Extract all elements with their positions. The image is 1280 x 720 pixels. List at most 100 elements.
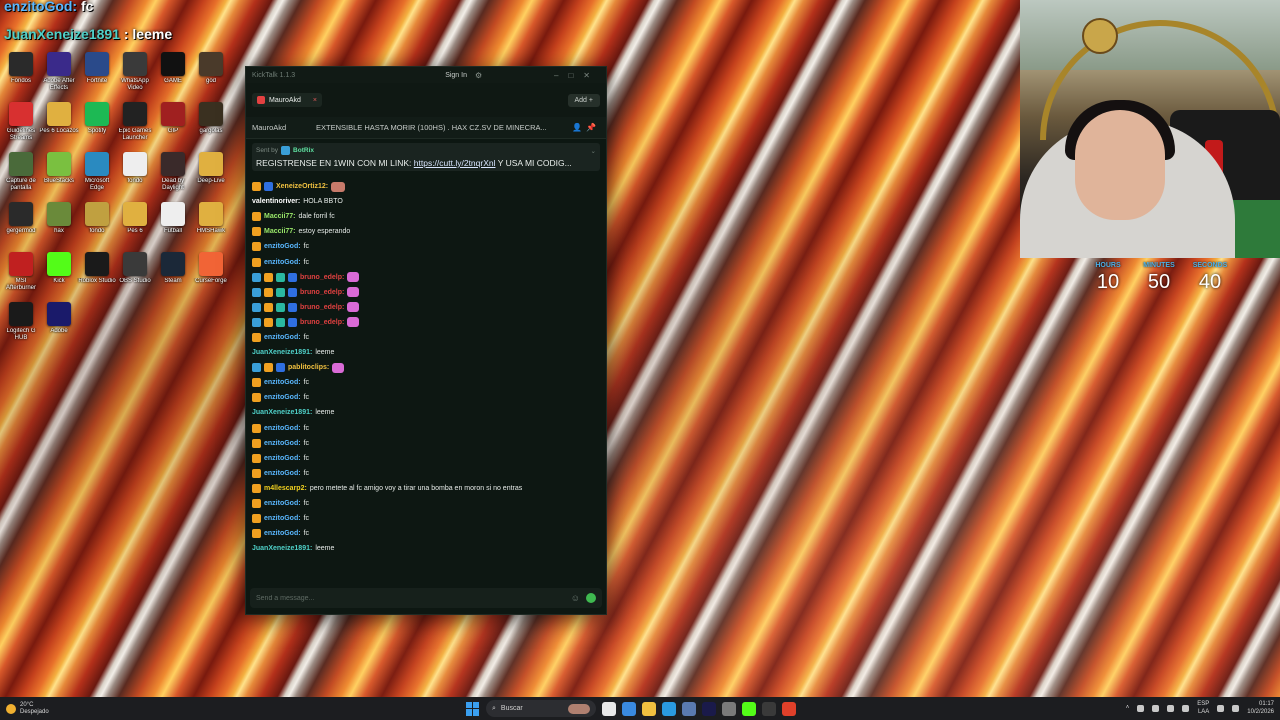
chat-username[interactable]: bruno_edelp: <box>300 274 344 281</box>
chat-username[interactable]: enzitoGod: <box>264 470 301 477</box>
chat-message[interactable]: enzitoGod: fc <box>252 451 600 466</box>
desktop-icon[interactable]: Pes 6 Locazos <box>39 102 79 150</box>
chat-username[interactable]: m4llescarp2: <box>264 485 307 492</box>
windows-start-icon[interactable] <box>466 701 480 716</box>
chat-message[interactable]: Maccii77: estoy esperando <box>252 224 600 239</box>
window-controls[interactable]: –□✕ <box>554 71 600 80</box>
desktop-icon[interactable]: gergermod <box>4 202 38 250</box>
chat-message[interactable]: enzitoGod: fc <box>252 375 600 390</box>
desktop-icon[interactable]: Roblox Studio <box>78 252 116 300</box>
chat-message[interactable]: Maccii77: dale forril fc <box>252 209 600 224</box>
brave-icon[interactable] <box>782 701 796 716</box>
chat-message[interactable]: enzitoGod: fc <box>252 526 600 541</box>
edge-icon[interactable] <box>662 701 676 716</box>
wifi-icon[interactable] <box>1217 704 1225 712</box>
chat-username[interactable]: XeneizeOrtiz12: <box>276 183 328 190</box>
chat-message[interactable]: m4llescarp2: pero metete al fc amigo voy … <box>252 481 600 496</box>
chat-message[interactable]: enzitoGod: fc <box>252 511 600 526</box>
chat-username[interactable]: Maccii77: <box>264 213 296 220</box>
desktop-icon[interactable]: BlueStacks <box>42 152 76 200</box>
chat-username[interactable]: valentinoriver: <box>252 198 300 205</box>
chat-message[interactable]: XeneizeOrtiz12: <box>252 179 600 194</box>
add-channel-button[interactable]: Add + <box>567 93 600 107</box>
desktop-icon[interactable]: CurseForge <box>194 252 228 300</box>
desktop-icon[interactable]: god <box>194 52 228 100</box>
desktop-icon[interactable]: Kick <box>42 252 76 300</box>
desktop-icon[interactable]: Guidelines Streams <box>4 102 38 150</box>
desktop-icon[interactable]: Adobe After Effects <box>42 52 76 100</box>
store-icon[interactable] <box>682 701 696 716</box>
desktop-icon[interactable]: Steam <box>156 252 190 300</box>
desktop-icon[interactable]: HMSHawk <box>194 202 228 250</box>
chat-message[interactable]: JuanXeneize1891: leeme <box>252 541 600 556</box>
desktop-icon[interactable]: OBS Studio <box>118 252 152 300</box>
chat-message[interactable]: enzitoGod: fc <box>252 390 600 405</box>
chat-message[interactable]: enzitoGod: fc <box>252 239 600 254</box>
chat-username[interactable]: bruno_edelp: <box>300 289 344 296</box>
desktop-icon[interactable]: Adobe <box>42 302 76 350</box>
chat-message[interactable]: pablitoclips: <box>252 360 600 375</box>
chat-username[interactable]: enzitoGod: <box>264 515 301 522</box>
desktop-icon[interactable]: Dead by Daylight <box>156 152 190 200</box>
chat-username[interactable]: enzitoGod: <box>264 394 301 401</box>
settings-icon[interactable] <box>722 701 736 716</box>
adobe-icon[interactable] <box>702 701 716 716</box>
desktop-icon[interactable]: Capture de pantalla <box>4 152 38 200</box>
chat-username[interactable]: enzitoGod: <box>264 259 301 266</box>
app-icon[interactable] <box>762 701 776 716</box>
tab-mauroakd[interactable]: MauroAkd × <box>252 93 322 107</box>
weather-widget[interactable]: 20°C Despejado <box>6 702 49 716</box>
pinned-link[interactable]: https://cutt.ly/2tnqrXnl <box>414 158 496 168</box>
chat-message[interactable]: bruno_edelp: <box>252 285 600 300</box>
chat-message[interactable]: JuanXeneize1891: leeme <box>252 405 600 420</box>
tray-icon-4[interactable] <box>1182 704 1190 712</box>
chat-username[interactable]: enzitoGod: <box>264 440 301 447</box>
widgets-icon[interactable] <box>622 701 636 716</box>
volume-icon[interactable] <box>1232 704 1240 712</box>
desktop-icon[interactable]: Pes 6 <box>118 202 152 250</box>
desktop-icon[interactable]: Logitech G HUB <box>4 302 38 350</box>
chat-username[interactable]: bruno_edelp: <box>300 304 344 311</box>
close-tab-icon[interactable]: × <box>313 97 317 104</box>
task-view-icon[interactable] <box>602 701 616 716</box>
desktop-icon[interactable]: gargolas <box>194 102 228 150</box>
chat-message-list[interactable]: XeneizeOrtiz12: valentinoriver: HOLA BBTO M… <box>246 175 606 556</box>
desktop-icon[interactable]: WhatsApp Video <box>118 52 152 100</box>
desktop-icon[interactable]: Futball <box>156 202 190 250</box>
chat-message[interactable]: enzitoGod: fc <box>252 330 600 345</box>
chat-username[interactable]: enzitoGod: <box>264 379 301 386</box>
emote-picker-icon[interactable]: ☺ <box>571 593 580 603</box>
taskbar-search[interactable]: ⌕ Buscar <box>486 700 596 717</box>
chat-message[interactable]: enzitoGod: fc <box>252 466 600 481</box>
chat-message[interactable]: enzitoGod: fc <box>252 496 600 511</box>
chat-message[interactable]: valentinoriver: HOLA BBTO <box>252 194 600 209</box>
chevron-up-icon[interactable]: ˄ <box>1126 705 1130 711</box>
chat-username[interactable]: enzitoGod: <box>264 243 301 250</box>
file-explorer-icon[interactable] <box>642 701 656 716</box>
kick-app-icon[interactable] <box>742 701 756 716</box>
sign-in-button[interactable]: Sign In <box>445 72 467 79</box>
chat-message[interactable]: enzitoGod: fc <box>252 436 600 451</box>
chat-message[interactable]: bruno_edelp: <box>252 270 600 285</box>
tray-icon-2[interactable] <box>1152 704 1160 712</box>
tray-icon-1[interactable] <box>1137 704 1145 712</box>
desktop-icon[interactable]: Spotify <box>80 102 114 150</box>
desktop-icon[interactable]: GAME <box>156 52 190 100</box>
desktop-icon[interactable]: Deep-Live <box>194 152 228 200</box>
chat-message[interactable]: bruno_edelp: <box>252 315 600 330</box>
chat-username[interactable]: enzitoGod: <box>264 530 301 537</box>
tray-language[interactable]: ESP LAA <box>1197 700 1209 716</box>
desktop-icon[interactable]: fondo <box>118 152 152 200</box>
desktop-icon[interactable]: fondo <box>80 202 114 250</box>
chat-username[interactable]: enzitoGod: <box>264 334 301 341</box>
channel-actions-icons[interactable]: 👤📌 <box>572 123 600 132</box>
chat-message[interactable]: enzitoGod: fc <box>252 254 600 269</box>
desktop-icon[interactable]: Fortnite <box>80 52 114 100</box>
send-icon[interactable] <box>586 593 596 603</box>
desktop-icon[interactable]: GIP <box>156 102 190 150</box>
desktop-icon[interactable]: Microsoft Edge <box>80 152 114 200</box>
chat-username[interactable]: enzitoGod: <box>264 425 301 432</box>
chat-username[interactable]: JuanXeneize1891: <box>252 349 312 356</box>
chat-username[interactable]: enzitoGod: <box>264 455 301 462</box>
chat-username[interactable]: JuanXeneize1891: <box>252 409 312 416</box>
